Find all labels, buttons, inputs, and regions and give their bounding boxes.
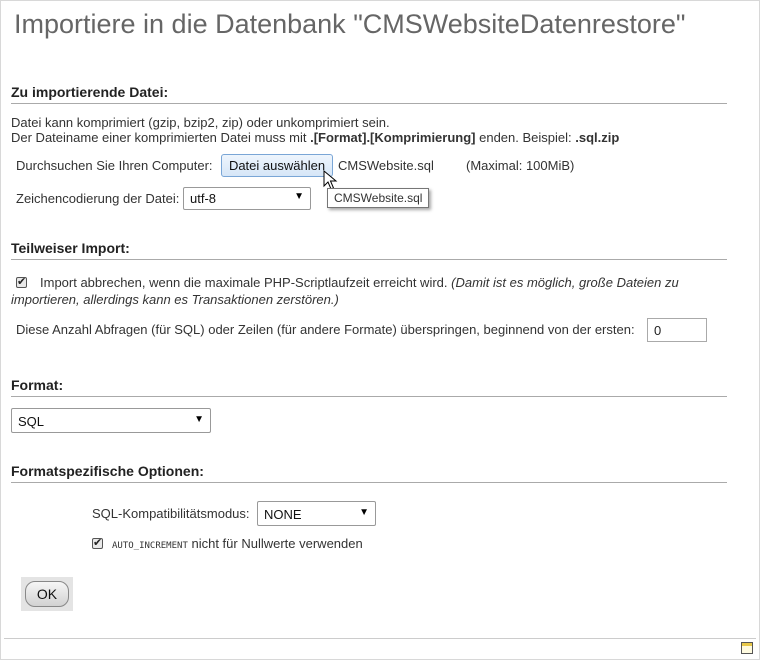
skip-queries-label: Diese Anzahl Abfragen (für SQL) oder Zei… bbox=[16, 322, 635, 337]
checkmark-icon: ✔ bbox=[93, 537, 103, 549]
skip-queries-input[interactable] bbox=[647, 318, 707, 342]
triangle-down-icon: ▼ bbox=[359, 507, 369, 518]
filename-example: .sql.zip bbox=[575, 130, 620, 145]
ok-button-area: OK bbox=[21, 577, 73, 611]
abort-timeout-label: Import abbrechen, wenn die maximale PHP-… bbox=[40, 275, 448, 290]
filename-info-prefix: Der Dateiname einer komprimierten Datei … bbox=[11, 130, 311, 145]
ok-button[interactable]: OK bbox=[25, 581, 69, 607]
footer-divider bbox=[4, 638, 756, 639]
auto-increment-code: AUTO_INCREMENT bbox=[112, 541, 188, 551]
max-upload-size: (Maximal: 100MiB) bbox=[466, 158, 575, 173]
triangle-down-icon: ▼ bbox=[194, 414, 204, 425]
filename-info-mid: enden. Beispiel: bbox=[475, 130, 576, 145]
format-select[interactable]: SQL ▼ bbox=[11, 408, 211, 433]
filename-info: Der Dateiname einer komprimierten Datei … bbox=[11, 130, 619, 145]
browse-label: Durchsuchen Sie Ihren Computer: bbox=[16, 158, 213, 173]
abort-timeout-note-continued: importieren, allerdings kann es Transakt… bbox=[11, 292, 339, 307]
auto-increment-label: nicht für Nullwerte verwenden bbox=[187, 536, 363, 551]
abort-timeout-note: (Damit ist es möglich, große Dateien zu bbox=[451, 275, 679, 290]
abort-timeout-line: Import abbrechen, wenn die maximale PHP-… bbox=[40, 275, 679, 290]
file-tooltip: CMSWebsite.sql bbox=[327, 188, 430, 208]
console-icon[interactable] bbox=[741, 642, 753, 654]
auto-increment-line: AUTO_INCREMENT nicht für Nullwerte verwe… bbox=[112, 536, 363, 551]
charset-select[interactable]: utf-8 ▼ bbox=[183, 187, 311, 210]
format-options-heading: Formatspezifische Optionen: bbox=[11, 463, 727, 483]
partial-import-heading: Teilweiser Import: bbox=[11, 240, 727, 260]
auto-increment-checkbox[interactable]: ✔ bbox=[92, 537, 103, 549]
compat-mode-select[interactable]: NONE ▼ bbox=[257, 501, 376, 526]
charset-label: Zeichencodierung der Datei: bbox=[16, 191, 180, 206]
choose-file-button[interactable]: Datei auswählen bbox=[221, 154, 333, 177]
compat-mode-value: NONE bbox=[264, 507, 302, 522]
compat-mode-label: SQL-Kompatibilitätsmodus: bbox=[92, 506, 250, 521]
selected-file-name: CMSWebsite.sql bbox=[338, 158, 434, 173]
filename-format-pattern: .[Format].[Komprimierung] bbox=[310, 130, 476, 145]
file-section-heading: Zu importierende Datei: bbox=[11, 84, 727, 104]
page-title: Importiere in die Datenbank "CMSWebsiteD… bbox=[14, 9, 686, 39]
triangle-down-icon: ▼ bbox=[294, 191, 304, 202]
format-heading: Format: bbox=[11, 377, 727, 397]
format-select-value: SQL bbox=[18, 414, 45, 429]
checkmark-icon: ✔ bbox=[17, 276, 27, 288]
abort-timeout-checkbox[interactable]: ✔ bbox=[16, 276, 27, 288]
charset-select-value: utf-8 bbox=[190, 191, 217, 206]
compression-info: Datei kann komprimiert (gzip, bzip2, zip… bbox=[11, 115, 390, 130]
